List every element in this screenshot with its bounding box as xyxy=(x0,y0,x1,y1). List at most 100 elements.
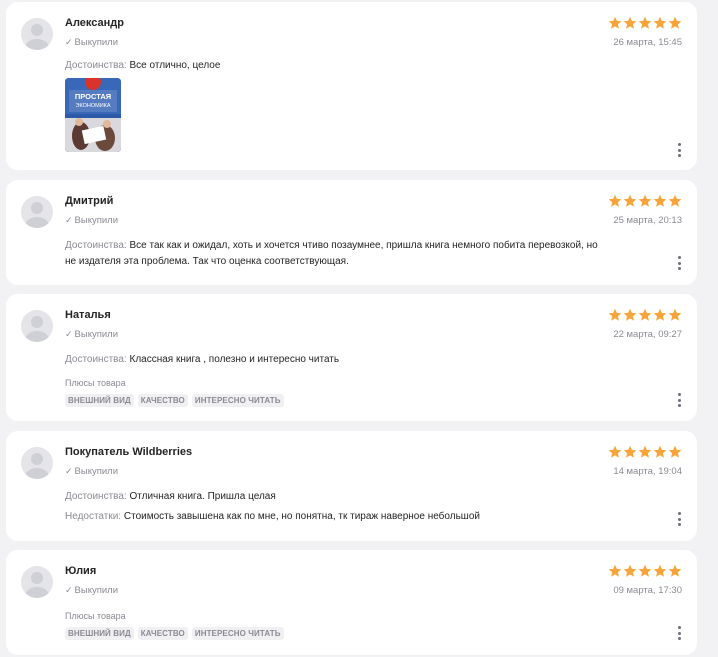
rating-stars xyxy=(608,564,682,578)
cons-label: Недостатки: xyxy=(65,511,122,522)
review-date: 26 марта, 15:45 xyxy=(613,37,682,48)
tag: ИНТЕРЕСНО ЧИТАТЬ xyxy=(191,394,284,407)
star-icon xyxy=(623,564,637,577)
purchase-status: ✓ Выкупили xyxy=(65,329,118,340)
pros-text: Все так как и ожидал, хоть и хочется чти… xyxy=(129,240,598,251)
review-card: Дмитрий ✓ Выкупили 25 марта, 20:13 Достои… xyxy=(6,180,697,285)
review-photo[interactable]: ПРОСТАЯ ЭКОНОМИКА xyxy=(65,78,121,152)
pros-line: Достоинства: Все так как и ожидал, хоть … xyxy=(65,238,653,254)
reviewer-name: Покупатель Wildberries xyxy=(65,446,193,458)
pros-label: Достоинства: xyxy=(65,491,127,502)
pros-label: Достоинства: xyxy=(65,60,127,71)
star-icon xyxy=(638,16,652,29)
rating-stars xyxy=(608,194,682,208)
purchase-status: ✓ Выкупили xyxy=(65,466,118,477)
star-icon xyxy=(668,308,682,321)
rating-stars xyxy=(608,308,682,322)
pluses-title: Плюсы товара xyxy=(65,378,126,388)
star-icon xyxy=(653,445,667,458)
reviewer-name: Александр xyxy=(65,17,124,29)
purchase-status-label: Выкупили xyxy=(74,329,119,340)
star-icon xyxy=(608,194,622,207)
star-icon xyxy=(623,16,637,29)
pros-line-continued: не издателя эта проблема. Так что оценка… xyxy=(65,254,653,270)
pros-line: Достоинства: Отличная книга. Пришла цела… xyxy=(65,489,653,505)
avatar xyxy=(21,447,53,479)
check-icon: ✓ xyxy=(65,37,73,47)
tag: ВНЕШНИЙ ВИД xyxy=(65,394,134,407)
pluses-title: Плюсы товара xyxy=(65,611,126,621)
check-icon: ✓ xyxy=(65,215,73,225)
star-icon xyxy=(638,308,652,321)
pros-text: Классная книга , полезно и интересно чит… xyxy=(129,354,340,365)
review-card: Александр ✓ Выкупили 26 марта, 15:45 Дост… xyxy=(6,2,697,170)
more-options-button[interactable] xyxy=(674,512,684,526)
star-icon xyxy=(638,445,652,458)
review-card: Наталья ✓ Выкупили 22 марта, 09:27 Достои… xyxy=(6,294,697,421)
tag: ИНТЕРЕСНО ЧИТАТЬ xyxy=(191,627,284,640)
tag: КАЧЕСТВО xyxy=(137,394,188,407)
rating-stars xyxy=(608,445,682,459)
star-icon xyxy=(653,16,667,29)
avatar xyxy=(21,310,53,342)
star-icon xyxy=(623,445,637,458)
star-icon xyxy=(638,564,652,577)
star-icon xyxy=(608,564,622,577)
more-options-button[interactable] xyxy=(674,626,684,640)
star-icon xyxy=(608,16,622,29)
pros-line: Достоинства: Все отлично, целое xyxy=(65,58,653,74)
pros-text: Все отлично, целое xyxy=(129,60,221,71)
purchase-status: ✓ Выкупили xyxy=(65,215,118,226)
star-icon xyxy=(653,308,667,321)
book-title-line2: ЭКОНОМИКА xyxy=(75,103,110,109)
rating-stars xyxy=(608,16,682,30)
review-card: Юлия ✓ Выкупили 09 марта, 17:30 Плюсы тов… xyxy=(6,550,697,655)
review-date: 14 марта, 19:04 xyxy=(613,466,682,477)
book-cover-image: ПРОСТАЯ ЭКОНОМИКА xyxy=(65,78,121,152)
pros-text: Отличная книга. Пришла целая xyxy=(129,491,276,502)
review-date: 09 марта, 17:30 xyxy=(613,585,682,596)
pros-label: Достоинства: xyxy=(65,240,127,251)
pros-line: Достоинства: Классная книга , полезно и … xyxy=(65,352,653,368)
purchase-status-label: Выкупили xyxy=(74,215,119,226)
user-placeholder-icon xyxy=(25,24,49,50)
check-icon: ✓ xyxy=(65,466,73,476)
review-card: Покупатель Wildberries ✓ Выкупили 14 март… xyxy=(6,431,697,541)
purchase-status-label: Выкупили xyxy=(74,585,119,596)
pros-text: не издателя эта проблема. Так что оценка… xyxy=(65,256,349,267)
check-icon: ✓ xyxy=(65,585,73,595)
star-icon xyxy=(668,16,682,29)
star-icon xyxy=(638,194,652,207)
reviewer-name: Юлия xyxy=(65,565,97,577)
more-options-button[interactable] xyxy=(674,393,684,407)
avatar xyxy=(21,566,53,598)
star-icon xyxy=(623,308,637,321)
reviewer-name: Наталья xyxy=(65,309,111,321)
purchase-status-label: Выкупили xyxy=(74,466,119,477)
purchase-status: ✓ Выкупили xyxy=(65,585,118,596)
tag: КАЧЕСТВО xyxy=(137,627,188,640)
tag-list: ВНЕШНИЙ ВИД КАЧЕСТВО ИНТЕРЕСНО ЧИТАТЬ xyxy=(65,627,284,640)
review-date: 22 марта, 09:27 xyxy=(613,329,682,340)
check-icon: ✓ xyxy=(65,329,73,339)
pros-label: Достоинства: xyxy=(65,354,127,365)
star-icon xyxy=(668,445,682,458)
star-icon xyxy=(623,194,637,207)
review-date: 25 марта, 20:13 xyxy=(613,215,682,226)
star-icon xyxy=(653,564,667,577)
tag: ВНЕШНИЙ ВИД xyxy=(65,627,134,640)
more-options-button[interactable] xyxy=(674,143,684,157)
star-icon xyxy=(608,445,622,458)
star-icon xyxy=(668,194,682,207)
user-placeholder-icon xyxy=(25,453,49,479)
purchase-status: ✓ Выкупили xyxy=(65,37,118,48)
more-options-button[interactable] xyxy=(674,256,684,270)
book-title-line1: ПРОСТАЯ xyxy=(75,92,111,101)
avatar xyxy=(21,196,53,228)
reviewer-name: Дмитрий xyxy=(65,195,114,207)
star-icon xyxy=(653,194,667,207)
star-icon xyxy=(668,564,682,577)
cons-line: Недостатки: Стоимость завышена как по мн… xyxy=(65,509,653,525)
purchase-status-label: Выкупили xyxy=(74,37,119,48)
user-placeholder-icon xyxy=(25,316,49,342)
